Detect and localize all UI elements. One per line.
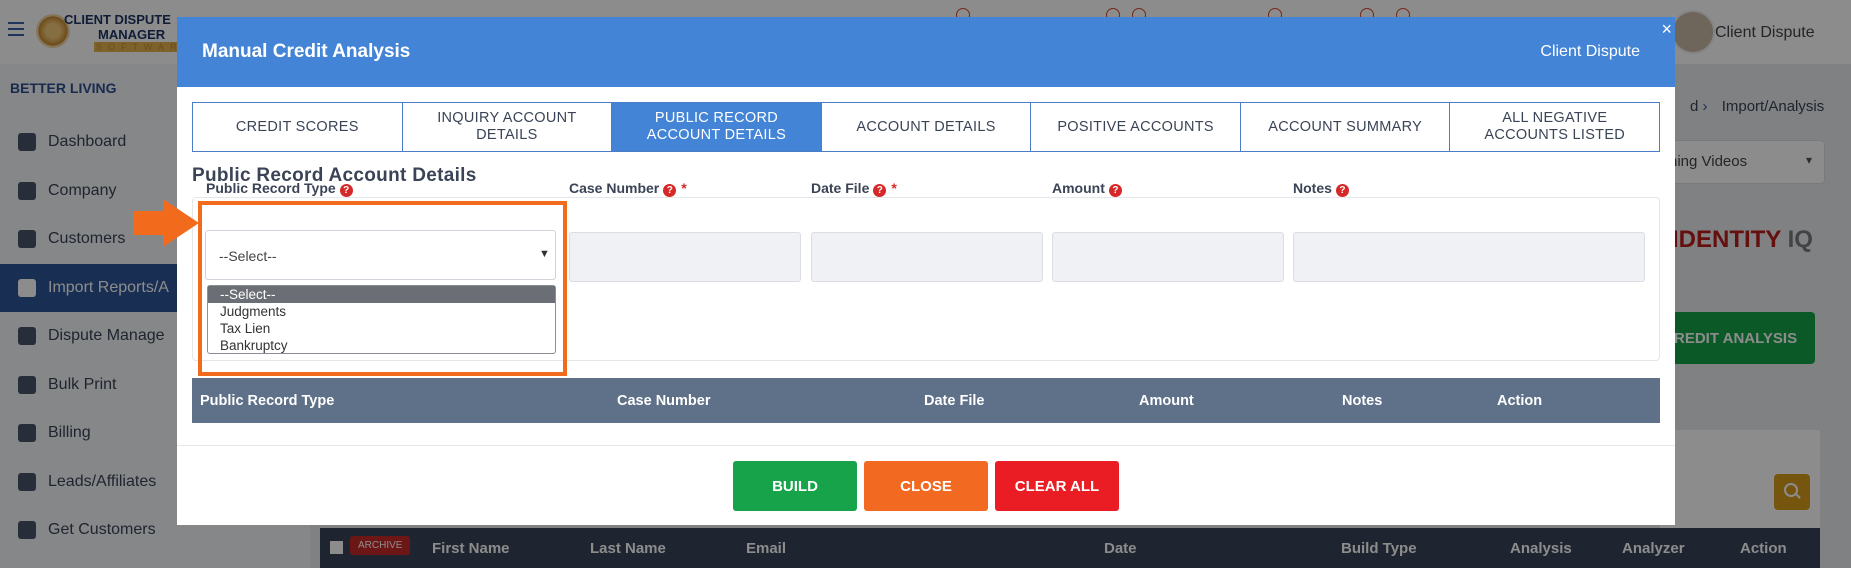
case-number-label: Case Number? * xyxy=(569,180,687,197)
annotation-arrow-shaft xyxy=(133,211,163,235)
help-icon[interactable]: ? xyxy=(663,184,677,197)
analysis-tabs: CREDIT SCORES INQUIRY ACCOUNT DETAILS PU… xyxy=(192,102,1660,152)
modal-header: Manual Credit Analysis Client Dispute × xyxy=(177,17,1675,87)
case-number-input[interactable] xyxy=(569,232,801,282)
field-label-text: Date File xyxy=(811,180,870,196)
close-icon[interactable]: × xyxy=(1661,19,1672,40)
modal-footer-divider xyxy=(177,445,1675,446)
tab-all-negative-accounts[interactable]: ALL NEGATIVE ACCOUNTS LISTED xyxy=(1450,103,1659,151)
tab-credit-scores[interactable]: CREDIT SCORES xyxy=(193,103,403,151)
tab-account-details[interactable]: ACCOUNT DETAILS xyxy=(822,103,1032,151)
amount-label: Amount? xyxy=(1052,180,1122,197)
tab-account-summary[interactable]: ACCOUNT SUMMARY xyxy=(1241,103,1451,151)
annotation-arrow-icon xyxy=(163,199,199,247)
notes-input[interactable] xyxy=(1293,232,1645,282)
date-file-label: Date File? * xyxy=(811,180,897,197)
field-label-text: Case Number xyxy=(569,180,660,196)
help-icon[interactable]: ? xyxy=(339,184,353,197)
public-record-type-label: Public Record Type? xyxy=(206,180,353,197)
column-public-record-type: Public Record Type xyxy=(200,393,335,409)
modal-client-name: Client Dispute xyxy=(1540,43,1640,60)
amount-input[interactable] xyxy=(1052,232,1284,282)
manual-credit-analysis-modal: Manual Credit Analysis Client Dispute × … xyxy=(177,17,1675,525)
build-button[interactable]: BUILD xyxy=(733,461,857,511)
tab-inquiry-account-details[interactable]: INQUIRY ACCOUNT DETAILS xyxy=(403,103,613,151)
annotation-highlight-box xyxy=(198,201,567,376)
column-date-file: Date File xyxy=(924,393,985,409)
close-button[interactable]: CLOSE xyxy=(864,461,988,511)
help-icon[interactable]: ? xyxy=(1108,184,1122,197)
column-notes: Notes xyxy=(1342,393,1383,409)
field-label-text: Public Record Type xyxy=(206,180,336,196)
public-records-table-header: Public Record Type Case Number Date File… xyxy=(192,378,1660,423)
field-label-text: Notes xyxy=(1293,180,1332,196)
modal-title: Manual Credit Analysis xyxy=(202,41,411,62)
column-case-number: Case Number xyxy=(617,393,711,409)
column-action: Action xyxy=(1497,393,1543,409)
required-marker: * xyxy=(681,180,687,196)
required-marker: * xyxy=(891,180,897,196)
field-label-text: Amount xyxy=(1052,180,1105,196)
date-file-input[interactable] xyxy=(811,232,1043,282)
help-icon[interactable]: ? xyxy=(873,184,887,197)
help-icon[interactable]: ? xyxy=(1335,184,1349,197)
clear-all-button[interactable]: CLEAR ALL xyxy=(995,461,1119,511)
column-amount: Amount xyxy=(1139,393,1194,409)
tab-public-record-account-details[interactable]: PUBLIC RECORD ACCOUNT DETAILS xyxy=(612,103,822,151)
notes-label: Notes? xyxy=(1293,180,1349,197)
tab-positive-accounts[interactable]: POSITIVE ACCOUNTS xyxy=(1031,103,1241,151)
